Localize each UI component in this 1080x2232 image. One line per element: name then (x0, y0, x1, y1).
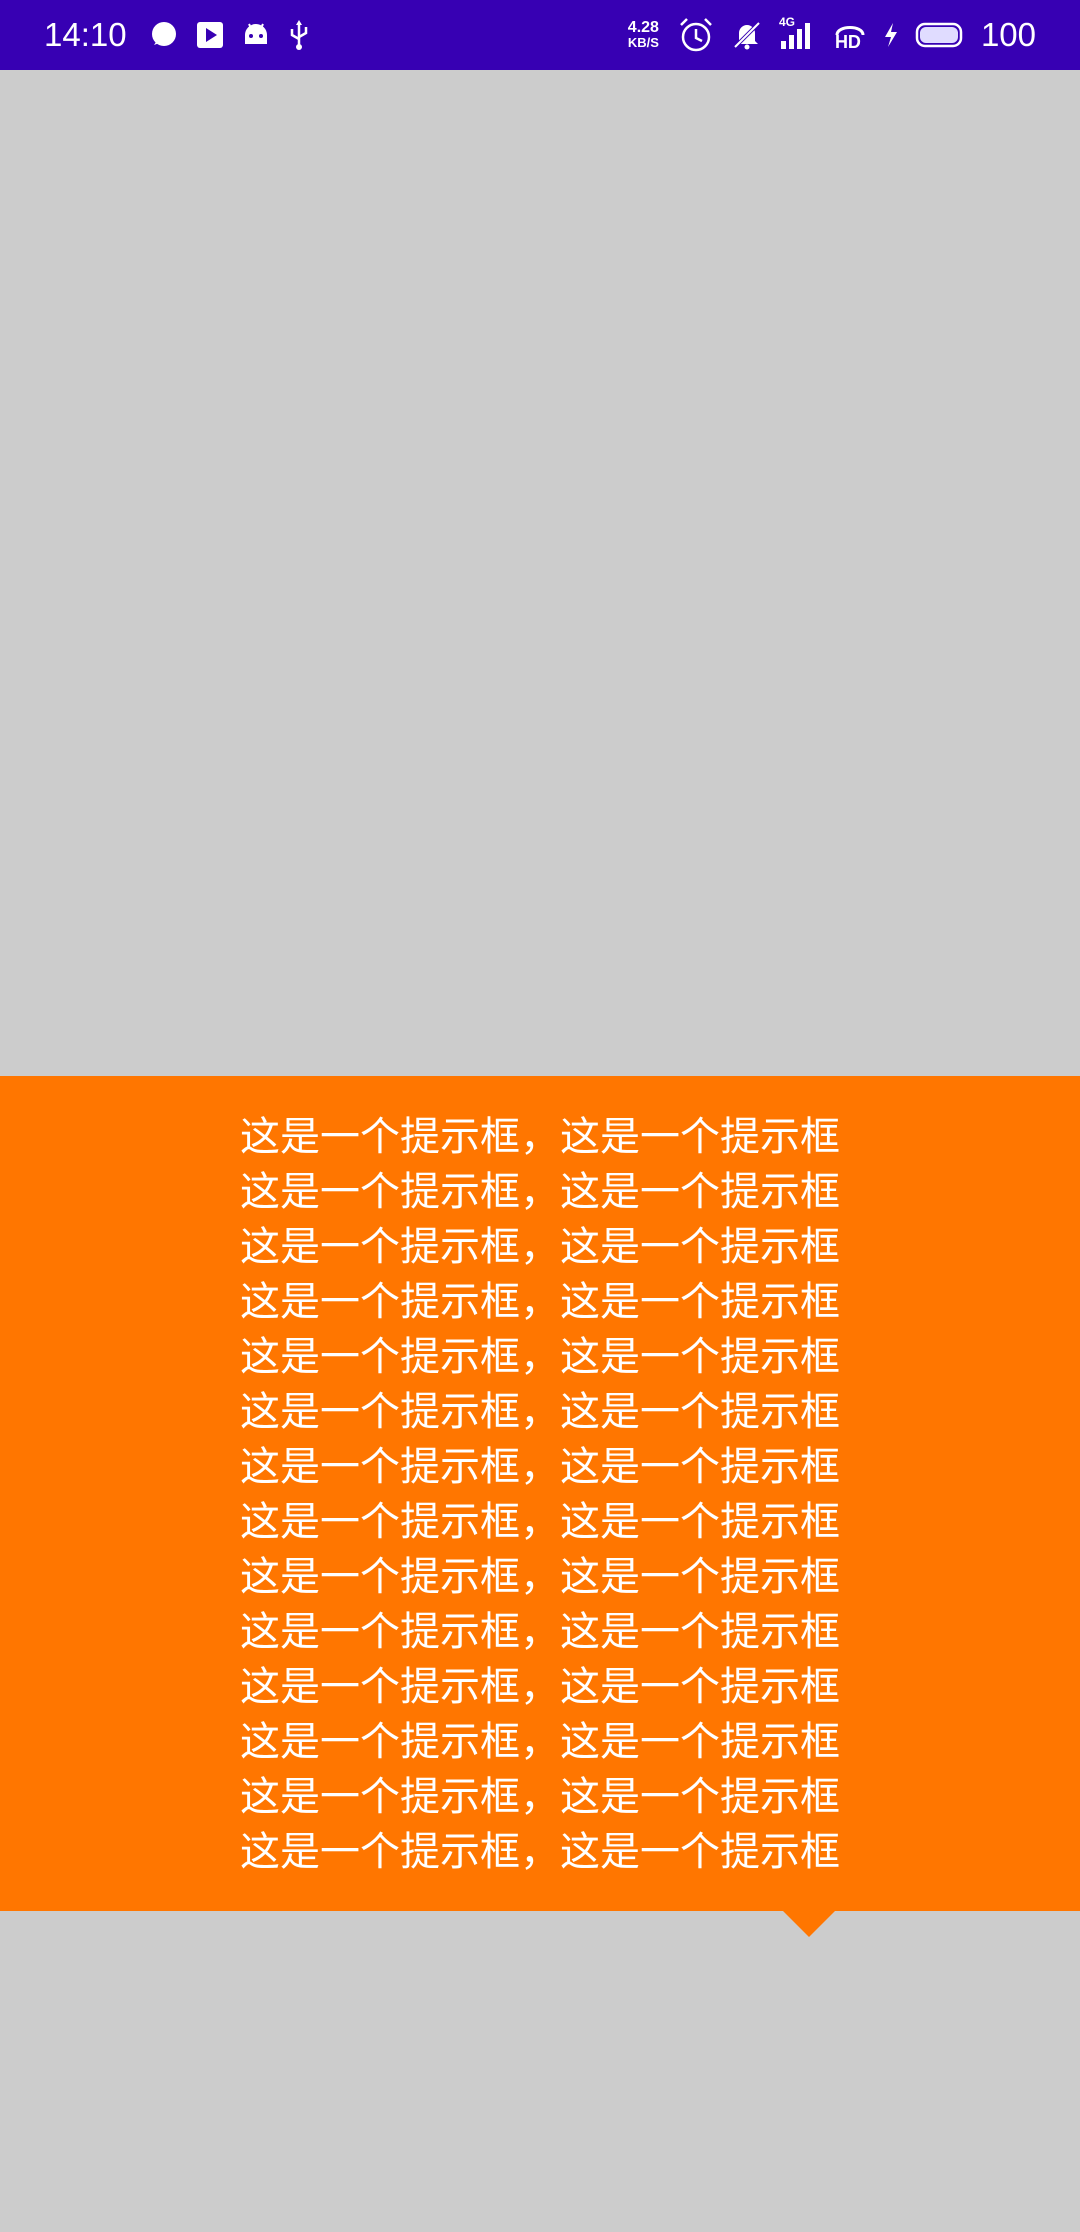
battery-percentage: 100 (980, 16, 1036, 53)
tooltip-text-line: 这是一个提示框，这是一个提示框 (240, 1609, 840, 1655)
tooltip-text-line: 这是一个提示框，这是一个提示框 (240, 1829, 840, 1875)
tooltip-text-line: 这是一个提示框，这是一个提示框 (240, 1114, 840, 1160)
chat-bubble-icon (149, 20, 179, 50)
status-left: 14:10 (44, 16, 319, 54)
tooltip-box: 这是一个提示框，这是一个提示框 这是一个提示框，这是一个提示框 这是一个提示框，这是… (0, 1076, 1080, 1911)
mute-icon (731, 19, 763, 51)
tooltip-text-line: 这是一个提示框，这是一个提示框 (240, 1774, 840, 1820)
tooltip-text-line: 这是一个提示框，这是一个提示框 (240, 1664, 840, 1710)
tooltip-text-line: 这是一个提示框，这是一个提示框 (240, 1444, 840, 1490)
status-time: 14:10 (44, 16, 127, 53)
tooltip-text-line: 这是一个提示框，这是一个提示框 (240, 1224, 840, 1270)
tooltip-text-line: 这是一个提示框，这是一个提示框 (240, 1499, 840, 1545)
play-store-icon (195, 20, 225, 50)
tooltip-text-line: 这是一个提示框，这是一个提示框 (240, 1719, 840, 1765)
usb-icon (287, 19, 311, 51)
status-bar: 14:10 4.28 KB/S 4G HD 100 (0, 0, 1080, 70)
signal-icon: 4G (779, 15, 817, 51)
charging-icon (883, 22, 899, 48)
battery-icon (915, 21, 965, 49)
network-speed-value: 4.28 (627, 19, 659, 36)
alarm-icon (677, 16, 715, 54)
tooltip-text-line: 这是一个提示框，这是一个提示框 (240, 1389, 840, 1435)
status-right: 4.28 KB/S 4G HD 100 (627, 15, 1036, 54)
network-speed: 4.28 KB/S (627, 19, 659, 51)
hd-call-icon: HD (833, 19, 867, 52)
signal-type-label: 4G (778, 15, 795, 29)
hd-label: HD (834, 32, 861, 52)
tooltip-text-line: 这是一个提示框，这是一个提示框 (240, 1554, 840, 1600)
tooltip-arrow (783, 1911, 835, 1937)
network-speed-unit: KB/S (627, 35, 659, 50)
android-icon (241, 20, 271, 50)
tooltip-text-line: 这是一个提示框，这是一个提示框 (240, 1279, 840, 1325)
tooltip-text-line: 这是一个提示框，这是一个提示框 (240, 1169, 840, 1215)
tooltip-text-line: 这是一个提示框，这是一个提示框 (240, 1334, 840, 1380)
